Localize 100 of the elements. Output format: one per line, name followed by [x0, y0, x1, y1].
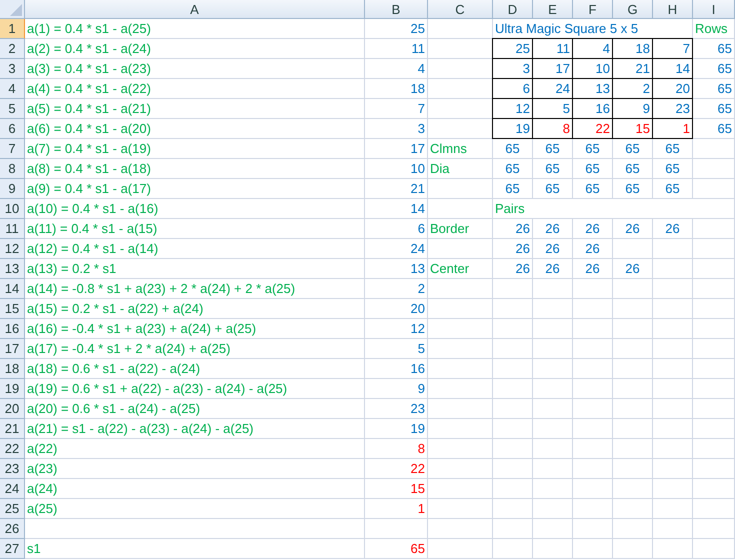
table-cell[interactable]: [428, 459, 493, 479]
table-cell[interactable]: [693, 379, 735, 399]
table-cell[interactable]: [533, 419, 573, 439]
table-cell[interactable]: [693, 219, 735, 239]
table-cell[interactable]: a(3) = 0.4 * s1 - a(23): [25, 59, 365, 79]
table-cell[interactable]: [428, 379, 493, 399]
table-cell[interactable]: 1: [365, 499, 428, 519]
table-cell[interactable]: [533, 359, 573, 379]
table-cell[interactable]: 26: [493, 219, 533, 239]
table-cell[interactable]: 13: [365, 259, 428, 279]
table-cell[interactable]: [533, 379, 573, 399]
table-cell[interactable]: [573, 439, 613, 459]
table-cell[interactable]: a(5) = 0.4 * s1 - a(21): [25, 99, 365, 119]
table-cell[interactable]: 65: [613, 159, 653, 179]
row-header[interactable]: 24: [0, 479, 25, 499]
table-cell[interactable]: 26: [613, 259, 653, 279]
table-cell[interactable]: [493, 359, 533, 379]
table-cell[interactable]: [533, 459, 573, 479]
table-cell[interactable]: [533, 519, 573, 539]
table-cell[interactable]: [533, 439, 573, 459]
column-header[interactable]: B: [365, 0, 428, 19]
table-cell[interactable]: 10: [365, 159, 428, 179]
table-cell[interactable]: 65: [533, 179, 573, 199]
table-cell[interactable]: Center: [428, 259, 493, 279]
row-header[interactable]: 8: [0, 159, 25, 179]
table-cell[interactable]: [693, 319, 735, 339]
table-cell[interactable]: [493, 399, 533, 419]
table-cell[interactable]: [573, 479, 613, 499]
table-cell[interactable]: [428, 519, 493, 539]
table-cell[interactable]: [533, 479, 573, 499]
row-header[interactable]: 20: [0, 399, 25, 419]
table-cell[interactable]: 65: [693, 59, 735, 79]
table-cell[interactable]: [428, 479, 493, 499]
table-cell[interactable]: a(6) = 0.4 * s1 - a(20): [25, 119, 365, 139]
table-cell[interactable]: [428, 399, 493, 419]
row-header[interactable]: 19: [0, 379, 25, 399]
table-cell[interactable]: [613, 239, 653, 259]
table-cell[interactable]: [428, 179, 493, 199]
table-cell[interactable]: [493, 279, 533, 299]
column-header[interactable]: H: [653, 0, 693, 19]
table-cell[interactable]: [428, 199, 493, 219]
table-cell[interactable]: [613, 479, 653, 499]
table-cell[interactable]: [493, 299, 533, 319]
table-cell[interactable]: 15: [365, 479, 428, 499]
table-cell[interactable]: [693, 159, 735, 179]
table-cell[interactable]: [493, 459, 533, 479]
table-cell[interactable]: [693, 459, 735, 479]
table-cell[interactable]: [533, 299, 573, 319]
table-cell[interactable]: 65: [573, 139, 613, 159]
table-cell[interactable]: [493, 319, 533, 339]
table-cell[interactable]: [693, 339, 735, 359]
table-cell[interactable]: [573, 459, 613, 479]
row-header[interactable]: 10: [0, 199, 25, 219]
table-cell[interactable]: a(21) = s1 - a(22) - a(23) - a(24) - a(25): [25, 419, 365, 439]
table-cell[interactable]: 3: [365, 119, 428, 139]
row-header[interactable]: 11: [0, 219, 25, 239]
table-cell[interactable]: 26: [493, 259, 533, 279]
table-cell[interactable]: a(22): [25, 439, 365, 459]
table-cell[interactable]: 65: [613, 179, 653, 199]
table-cell[interactable]: a(15) = 0.2 * s1 - a(22) + a(24): [25, 299, 365, 319]
column-header[interactable]: D: [493, 0, 533, 19]
row-header[interactable]: 4: [0, 79, 25, 99]
table-cell[interactable]: [573, 299, 613, 319]
table-cell[interactable]: a(9) = 0.4 * s1 - a(17): [25, 179, 365, 199]
table-cell[interactable]: 5: [365, 339, 428, 359]
table-cell[interactable]: 26: [573, 239, 613, 259]
table-cell[interactable]: [533, 319, 573, 339]
table-cell[interactable]: [533, 499, 573, 519]
table-cell[interactable]: 21: [365, 179, 428, 199]
row-header[interactable]: 7: [0, 139, 25, 159]
table-cell[interactable]: [428, 539, 493, 559]
row-header[interactable]: 23: [0, 459, 25, 479]
table-cell[interactable]: [653, 379, 693, 399]
table-cell[interactable]: [653, 459, 693, 479]
table-cell[interactable]: [653, 279, 693, 299]
table-cell[interactable]: [693, 439, 735, 459]
table-cell[interactable]: 65: [533, 139, 573, 159]
table-cell[interactable]: [493, 539, 533, 559]
table-cell[interactable]: a(20) = 0.6 * s1 - a(24) - a(25): [25, 399, 365, 419]
row-header[interactable]: 17: [0, 339, 25, 359]
table-cell[interactable]: a(8) = 0.4 * s1 - a(18): [25, 159, 365, 179]
table-cell[interactable]: 11: [365, 39, 428, 59]
table-cell[interactable]: [573, 339, 613, 359]
table-cell[interactable]: 65: [693, 99, 735, 119]
table-cell[interactable]: [653, 439, 693, 459]
table-cell[interactable]: a(7) = 0.4 * s1 - a(19): [25, 139, 365, 159]
table-cell[interactable]: [693, 499, 735, 519]
table-cell[interactable]: [573, 399, 613, 419]
row-header[interactable]: 2: [0, 39, 25, 59]
table-cell[interactable]: 65: [365, 539, 428, 559]
table-cell[interactable]: [493, 479, 533, 499]
table-cell[interactable]: [693, 179, 735, 199]
table-cell[interactable]: 18: [365, 79, 428, 99]
row-header[interactable]: 22: [0, 439, 25, 459]
column-header[interactable]: E: [533, 0, 573, 19]
table-cell[interactable]: [428, 419, 493, 439]
row-header[interactable]: 14: [0, 279, 25, 299]
table-cell[interactable]: a(24): [25, 479, 365, 499]
row-header[interactable]: 9: [0, 179, 25, 199]
column-header[interactable]: C: [428, 0, 493, 19]
